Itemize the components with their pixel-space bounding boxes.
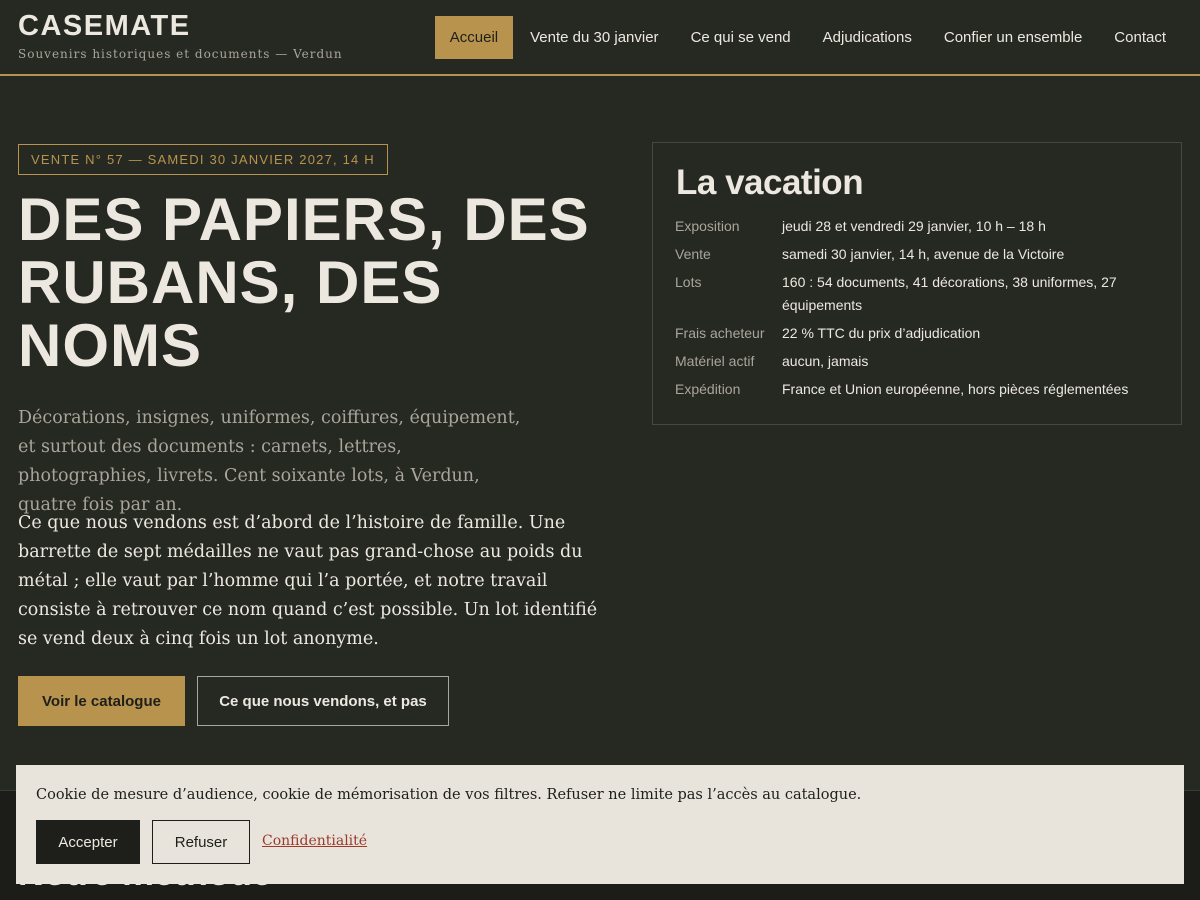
main-nav: Accueil Vente du 30 janvier Ce qui se ve… [434,16,1182,59]
catalogue-button[interactable]: Voir le catalogue [18,676,185,726]
card-title: La vacation [676,163,864,202]
detail-value: France et Union européenne, hors pièces … [782,381,1129,397]
card-details: Exposition jeudi 28 et vendredi 29 janvi… [675,215,1165,406]
cookie-accept-button[interactable]: Accepter [36,820,140,864]
detail-label: Expédition [675,381,741,397]
detail-label: Frais acheteur [675,325,765,341]
what-we-sell-button[interactable]: Ce que nous vendons, et pas [197,676,449,726]
detail-row: Matériel actif aucun, jamais [675,350,1165,373]
detail-row: Frais acheteur 22 % TTC du prix d’adjudi… [675,322,1165,345]
detail-label: Vente [675,246,711,262]
sale-info-card: La vacation Exposition jeudi 28 et vendr… [652,142,1182,425]
detail-row: Expédition France et Union européenne, h… [675,378,1165,401]
detail-value: samedi 30 janvier, 14 h, avenue de la Vi… [782,246,1065,262]
brand-tagline: Souvenirs historiques et documents — Ver… [18,47,343,61]
hero-lede: Décorations, insignes, uniformes, coiffu… [18,408,521,515]
nav-item-contact[interactable]: Contact [1098,16,1182,59]
detail-value: jeudi 28 et vendredi 29 janvier, 10 h – … [782,218,1046,234]
brand-logo[interactable]: CASEMATE [18,10,191,43]
detail-value: aucun, jamais [782,353,869,369]
detail-row: Exposition jeudi 28 et vendredi 29 janvi… [675,215,1165,238]
cookie-refuse-button[interactable]: Refuser [152,820,250,864]
cookie-banner: Cookie de mesure d’audience, cookie de m… [16,765,1184,884]
cookie-text: Cookie de mesure d’audience, cookie de m… [36,787,862,803]
site-header: CASEMATE Souvenirs historiques et docume… [0,0,1200,76]
nav-item-ce-qui-se-vend[interactable]: Ce qui se vend [675,16,807,59]
nav-item-accueil[interactable]: Accueil [434,16,514,59]
detail-value: 22 % TTC du prix d’adjudication [782,325,981,341]
detail-label: Matériel actif [675,353,755,369]
nav-item-vente[interactable]: Vente du 30 janvier [514,16,674,59]
hero-body: Ce que nous vendons est d’abord de l’his… [18,513,598,649]
privacy-link[interactable]: Confidentialité [262,833,367,849]
nav-item-adjudications[interactable]: Adjudications [807,16,928,59]
nav-item-confier[interactable]: Confier un ensemble [928,16,1098,59]
sale-badge: VENTE N° 57 — SAMEDI 30 JANVIER 2027, 14… [18,144,388,175]
detail-row: Vente samedi 30 janvier, 14 h, avenue de… [675,243,1165,266]
page-title: DES PAPIERS, DES RUBANS, DES NOMS [18,186,590,379]
detail-label: Lots [675,274,702,290]
detail-value: 160 : 54 documents, 41 décorations, 38 u… [782,274,1117,313]
detail-row: Lots 160 : 54 documents, 41 décorations,… [675,271,1165,317]
detail-label: Exposition [675,218,740,234]
